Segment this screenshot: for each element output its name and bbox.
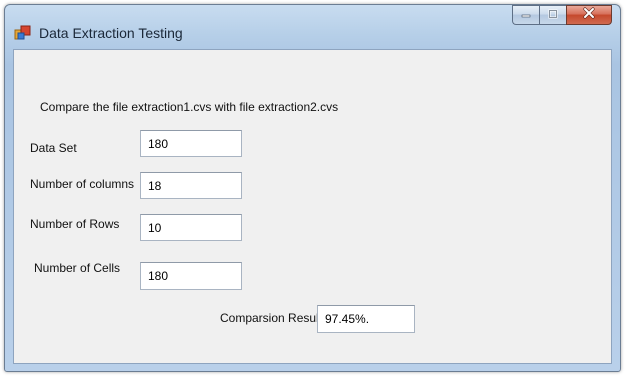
data-set-field[interactable] [140,130,242,157]
cells-label: Number of Cells [34,261,121,275]
columns-field[interactable] [140,172,242,199]
close-icon [582,6,596,24]
app-icon [14,25,32,41]
close-button[interactable] [566,5,612,25]
maximize-button[interactable] [539,5,566,25]
comparison-result-label: Comparsion Result [220,311,323,325]
comparison-result-field[interactable] [317,305,415,333]
rows-field[interactable] [140,214,242,241]
app-window: Data Extraction Testing Compare the file… [4,4,621,372]
data-set-label: Data Set [30,141,77,155]
window-title: Data Extraction Testing [39,25,183,41]
minimize-button[interactable] [512,5,539,25]
description-label: Compare the file extraction1.cvs with fi… [40,100,339,114]
cells-field[interactable] [140,262,242,290]
caption-buttons [512,5,612,27]
rows-label: Number of Rows [30,217,120,231]
columns-label: Number of columns [30,177,135,191]
minimize-icon [520,6,532,24]
maximize-icon [547,6,559,24]
form-client-area: Compare the file extraction1.cvs with fi… [13,49,612,364]
